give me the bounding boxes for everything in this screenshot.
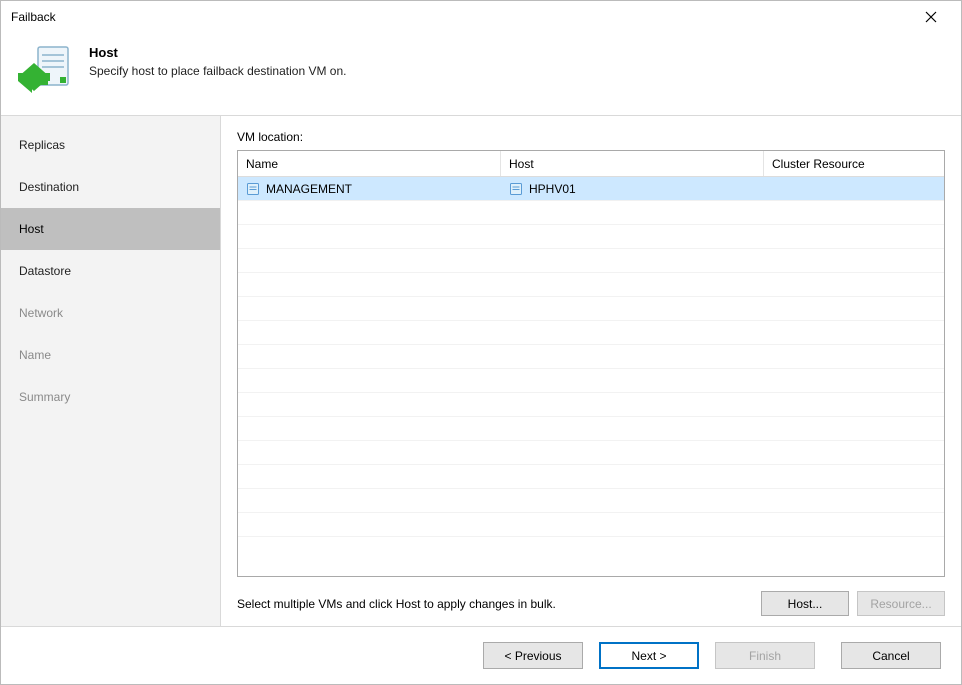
table-row[interactable]: MANAGEMENT HPHV01 [238,177,944,201]
sidebar-item-label: Network [19,306,63,320]
sidebar-item-network: Network [1,292,220,334]
vm-location-table: Name Host Cluster Resource MANAGEMENT HP… [237,150,945,577]
wizard-body: Replicas Destination Host Datastore Netw… [1,115,961,626]
column-header-cluster[interactable]: Cluster Resource [764,151,944,176]
host-icon [509,182,523,196]
sidebar-item-summary: Summary [1,376,220,418]
wizard-header: Host Specify host to place failback dest… [1,33,961,115]
content-pane: VM location: Name Host Cluster Resource … [221,116,961,626]
table-row-empty [238,489,944,513]
sidebar-item-name: Name [1,334,220,376]
wizard-header-text: Host Specify host to place failback dest… [75,41,346,78]
sidebar-item-replicas[interactable]: Replicas [1,124,220,166]
table-row-empty [238,297,944,321]
bulk-hint: Select multiple VMs and click Host to ap… [237,597,753,611]
vm-icon [246,182,260,196]
finish-button: Finish [715,642,815,669]
vm-location-label: VM location: [237,130,945,144]
column-header-name[interactable]: Name [238,151,501,176]
sidebar-item-label: Replicas [19,138,65,152]
titlebar: Failback [1,1,961,33]
step-title: Host [89,45,346,60]
step-description: Specify host to place failback destinati… [89,64,346,78]
column-header-host[interactable]: Host [501,151,764,176]
table-header: Name Host Cluster Resource [238,151,944,177]
close-button[interactable] [911,1,951,33]
window-title: Failback [11,10,911,24]
cancel-button[interactable]: Cancel [841,642,941,669]
table-row-empty [238,417,944,441]
cell-host: HPHV01 [529,182,576,196]
table-row-empty [238,345,944,369]
sidebar-item-label: Host [19,222,44,236]
sidebar-item-label: Name [19,348,51,362]
sidebar-item-label: Datastore [19,264,71,278]
table-row-empty [238,249,944,273]
table-row-empty [238,441,944,465]
table-row-empty [238,225,944,249]
table-row-empty [238,513,944,537]
wizard-footer: < Previous Next > Finish Cancel [1,626,961,684]
cell-name: MANAGEMENT [266,182,352,196]
under-table-row: Select multiple VMs and click Host to ap… [237,591,945,616]
sidebar-item-destination[interactable]: Destination [1,166,220,208]
resource-button: Resource... [857,591,945,616]
sidebar-item-label: Destination [19,180,79,194]
sidebar-item-host[interactable]: Host [1,208,220,250]
next-button[interactable]: Next > [599,642,699,669]
failback-dialog: Failback Host Specify host to place fail… [0,0,962,685]
table-row-empty [238,465,944,489]
table-row-empty [238,273,944,297]
table-row-empty [238,393,944,417]
sidebar-item-datastore[interactable]: Datastore [1,250,220,292]
host-button[interactable]: Host... [761,591,849,616]
previous-button[interactable]: < Previous [483,642,583,669]
table-body: MANAGEMENT HPHV01 [238,177,944,576]
table-row-empty [238,369,944,393]
failback-icon [15,41,75,101]
close-icon [925,11,937,23]
sidebar-item-label: Summary [19,390,70,404]
table-row-empty [238,201,944,225]
table-row-empty [238,321,944,345]
steps-sidebar: Replicas Destination Host Datastore Netw… [1,116,221,626]
